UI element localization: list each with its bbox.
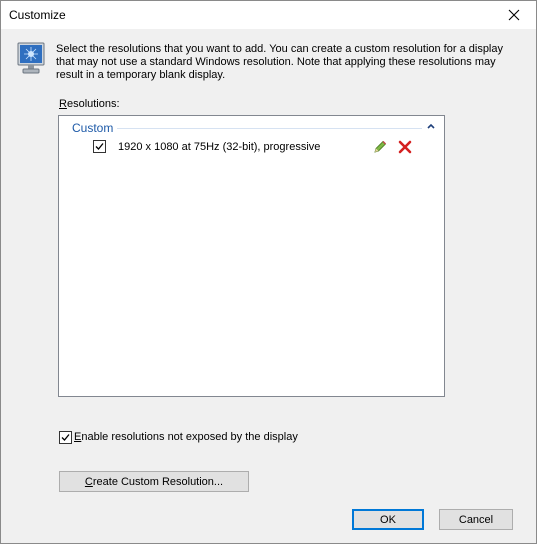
pencil-icon[interactable] — [372, 139, 388, 155]
create-button-label: reate Custom Resolution... — [92, 475, 224, 488]
close-icon — [508, 9, 520, 21]
resolutions-list[interactable]: Custom 1920 x 1080 at 75Hz (32-bit), pro… — [58, 115, 445, 397]
create-button-mnemonic: C — [84, 475, 93, 488]
checkmark-icon — [61, 434, 70, 441]
customize-dialog: Customize Select the resolutions that yo… — [0, 0, 537, 544]
enable-unexposed-checkbox[interactable] — [59, 431, 72, 444]
resolution-label: 1920 x 1080 at 75Hz (32-bit), progressiv… — [118, 141, 321, 153]
delete-icon[interactable] — [397, 139, 413, 155]
display-icon — [17, 42, 45, 74]
group-header-custom[interactable]: Custom — [72, 121, 113, 135]
close-button[interactable] — [492, 1, 536, 29]
enable-label-rest: nable resolutions not exposed by the dis… — [81, 431, 298, 443]
group-divider — [117, 128, 422, 129]
ok-button[interactable]: OK — [352, 509, 424, 530]
description-text: Select the resolutions that you want to … — [56, 43, 503, 81]
enable-unexposed-label: Enable resolutions not exposed by the di… — [74, 431, 298, 443]
window-title: Customize — [9, 8, 66, 22]
chevron-up-icon[interactable] — [426, 121, 436, 131]
resolutions-label-mnemonic: R — [59, 98, 67, 110]
title-bar[interactable]: Customize — [1, 1, 536, 29]
resolution-checkbox[interactable] — [93, 140, 106, 153]
checkmark-icon — [95, 143, 104, 150]
resolutions-label: Resolutions: — [59, 98, 120, 110]
list-item[interactable]: 1920 x 1080 at 75Hz (32-bit), progressiv… — [93, 138, 423, 156]
resolutions-label-rest: esolutions: — [66, 98, 120, 110]
cancel-button[interactable]: Cancel — [439, 509, 513, 530]
create-custom-resolution-button[interactable]: Create Custom Resolution... — [59, 471, 249, 492]
